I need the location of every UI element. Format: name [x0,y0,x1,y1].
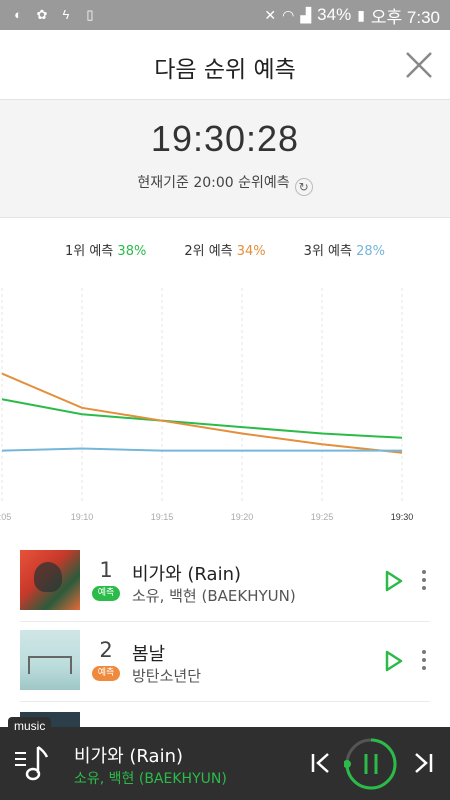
settings-icon: ✿ [36,7,48,22]
x-tick-label: 19:10 [71,512,94,522]
lte-icon: ◐ [14,7,22,22]
album-cover [20,550,80,610]
artist-name: 방탄소년단 [132,667,202,685]
battery-level: 34% [317,5,352,24]
play-icon[interactable] [384,570,404,592]
battery-icon: ▮ [357,6,365,23]
refresh-icon[interactable]: ↻ [294,178,313,196]
legend-item-1: 1위 예측 38% [65,240,146,260]
signal-icon: ▟ [300,6,312,23]
list-item[interactable]: 2 예측 봄날 방탄소년단 [20,622,430,702]
ranking-list: 1 예측 비가와 (Rain) 소유, 백현 (BAEKHYUN) 2 예측 봄… [0,542,450,732]
x-tick-label: 19:15 [151,512,174,522]
basis-text: 현재기준 20:00 순위예측 ↻ [0,172,450,196]
album-cover [20,630,80,690]
list-item[interactable]: 1 예측 비가와 (Rain) 소유, 백현 (BAEKHYUN) [20,542,430,622]
prediction-chart: 19:05 19:10 19:15 19:20 19:25 19:30 [0,288,414,522]
x-tick-label: 19:30 [391,512,414,522]
clipboard-icon: ▯ [86,7,94,22]
music-note-icon[interactable] [14,743,50,783]
status-time: 오후 7:30 [370,7,440,27]
artist-name: 소유, 백현 (BAEKHYUN) [132,587,296,605]
time-panel: 19:30:28 현재기준 20:00 순위예측 ↻ [0,100,450,218]
player-song-title: 비가와 (Rain) [74,746,183,767]
more-icon[interactable] [420,570,428,594]
rank-number: 1 [99,558,113,582]
x-tick-label: 19:25 [311,512,334,522]
series-line-2 [1,372,403,454]
page-header: 다음 순위 예측 [0,30,450,100]
flash-icon: ϟ [62,7,70,22]
prediction-badge: 예측 [92,666,120,681]
mini-player[interactable]: music 비가와 (Rain) 소유, 백현 (BAEKHYUN) [0,717,450,800]
play-icon[interactable] [384,650,404,672]
music-tab[interactable]: music [8,717,52,735]
basis-label: 현재기준 20:00 순위예측 [137,175,290,191]
legend-value: 28% [356,244,386,259]
prediction-badge: 예측 [92,586,120,601]
song-title: 봄날 [132,644,166,665]
status-bar: ◐ ✿ ϟ ▯ ✕ ◠ ▟ 34% ▮ 오후 7:30 [0,0,450,30]
status-right: ✕ ◠ ▟ 34% ▮ 오후 7:30 [264,3,440,28]
legend-value: 38% [117,244,147,259]
legend-value: 34% [236,244,266,259]
page-title: 다음 순위 예측 [154,57,296,83]
legend-item-3: 3위 예측 28% [304,240,385,260]
wifi-icon: ◠ [282,6,295,23]
chart-legend: 1위 예측 38% 2위 예측 34% 3위 예측 28% [0,240,450,260]
previous-icon[interactable] [310,751,332,775]
series-line-3 [1,447,402,452]
status-left-icons: ◐ ✿ ϟ ▯ [10,7,98,23]
player-artist: 소유, 백현 (BAEKHYUN) [74,771,227,787]
legend-item-2: 2위 예측 34% [184,240,265,260]
legend-label: 2위 예측 [184,244,233,259]
x-tick-label: 19:20 [231,512,254,522]
legend-label: 1위 예측 [64,244,114,259]
close-icon[interactable] [402,48,436,82]
countdown-clock: 19:30:28 [150,118,300,159]
x-tick-label: 19:05 [0,512,11,522]
more-icon[interactable] [420,650,428,674]
next-icon[interactable] [412,751,434,775]
series-line-1 [1,398,403,439]
song-title: 비가와 (Rain) [132,564,241,585]
rank-number: 2 [99,638,113,662]
pause-icon[interactable] [344,737,398,791]
legend-label: 3위 예측 [303,244,352,259]
mute-icon: ✕ [264,6,277,23]
